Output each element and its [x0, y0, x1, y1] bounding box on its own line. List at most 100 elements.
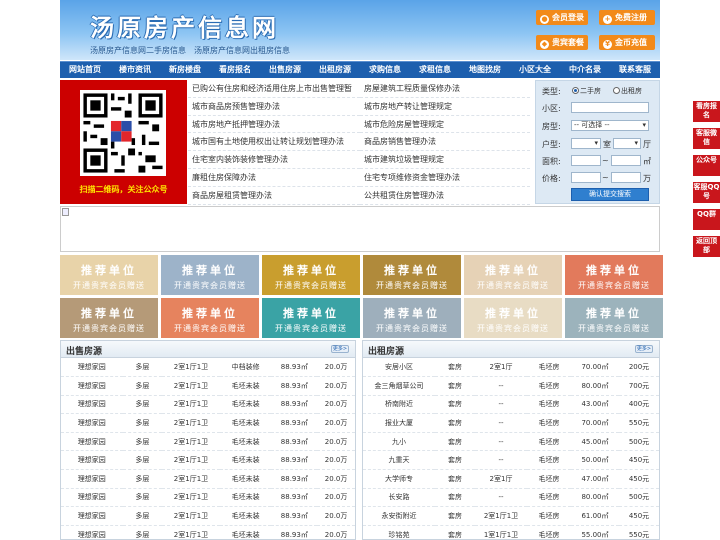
table-row[interactable]: 理想家园 多层 2室1厅1卫 毛坯未装 88.93㎡ 20.0万	[61, 469, 355, 489]
table-row[interactable]: 理想家园 多层 2室1厅1卫 毛坯未装 88.93㎡ 20.0万	[61, 488, 355, 508]
recommended-unit-card[interactable]: 推荐单位 开通贵宾会员赠送	[363, 255, 461, 295]
news-item[interactable]: 城市危险房屋管理规定	[360, 116, 530, 134]
type-radio-secondhand[interactable]: 二手房	[572, 86, 601, 96]
nav-item-home[interactable]: 网站首页	[60, 62, 110, 78]
news-item[interactable]: 已购公有住房和经济适用住房上市出售管理暂	[188, 80, 360, 98]
side-back-to-top-button[interactable]: 返回顶部	[693, 236, 720, 257]
table-cell[interactable]: 大学师专	[363, 469, 435, 489]
table-row[interactable]: 报业大厦 套房 -- 毛坯房 70.00㎡ 550元	[363, 413, 659, 433]
recommended-unit-card[interactable]: 推荐单位 开通贵宾会员赠送	[262, 298, 360, 338]
header-subtitle-rental[interactable]: 汤原房产信息网出租房信息	[194, 45, 290, 56]
table-cell[interactable]: 九小	[363, 432, 435, 452]
table-cell[interactable]: 理想家园	[61, 358, 123, 378]
table-row[interactable]: 理想家园 多层 2室1厅1卫 毛坯未装 88.93㎡ 20.0万	[61, 376, 355, 396]
table-cell[interactable]: 理想家园	[61, 450, 123, 471]
nav-item-communities[interactable]: 小区大全	[510, 62, 560, 78]
table-cell[interactable]: 安居小区	[363, 358, 435, 378]
news-item[interactable]: 廉租住房保障办法	[188, 169, 360, 187]
table-row[interactable]: 理想家园 多层 2室1厅1卫 中档装修 88.93㎡ 20.0万	[61, 358, 355, 378]
table-row[interactable]: 理想家园 多层 2室1厅1卫 毛坯未装 88.93㎡ 20.0万	[61, 395, 355, 415]
table-row[interactable]: 理想家园 多层 2室1厅1卫 毛坯未装 88.93㎡ 20.0万	[61, 450, 355, 471]
recommended-unit-card[interactable]: 推荐单位 开通贵宾会员赠送	[363, 298, 461, 338]
table-cell[interactable]: 理想家园	[61, 395, 123, 415]
area-min-input[interactable]	[571, 155, 601, 166]
news-item[interactable]: 商品房销售管理办法	[360, 133, 530, 152]
vip-package-button[interactable]: ◆ 贵宾套餐	[536, 35, 588, 50]
news-item[interactable]: 城市商品房预售管理办法	[188, 98, 360, 116]
table-cell[interactable]: 理想家园	[61, 488, 123, 508]
table-cell[interactable]: 九重天	[363, 450, 435, 471]
side-qq-support-button[interactable]: 客服QQ号	[693, 182, 720, 203]
table-cell[interactable]: 永安街附近	[363, 506, 435, 526]
rent-more-button[interactable]: 更多>	[635, 345, 653, 353]
news-item[interactable]: 住宅专项维修资金管理办法	[360, 169, 530, 187]
recommended-unit-card[interactable]: 推荐单位 开通贵宾会员赠送	[161, 298, 259, 338]
register-button[interactable]: + 免费注册	[599, 10, 655, 25]
nav-item-for-rent[interactable]: 出租房源	[310, 62, 360, 78]
table-cell[interactable]: 理想家园	[61, 413, 123, 433]
table-cell[interactable]: 理想家园	[61, 506, 123, 526]
banner-ad[interactable]	[60, 206, 660, 252]
table-row[interactable]: 珍铭苑 套房 1室1厅1卫 毛坯房 55.00㎡ 550元	[363, 525, 659, 540]
table-cell[interactable]: 桥南附近	[363, 395, 435, 415]
news-item[interactable]: 住宅室内装饰装修管理办法	[188, 151, 360, 169]
recommended-unit-card[interactable]: 推荐单位 开通贵宾会员赠送	[262, 255, 360, 295]
price-min-input[interactable]	[571, 172, 601, 183]
nav-item-wanted-rent[interactable]: 求租信息	[410, 62, 460, 78]
recommended-unit-card[interactable]: 推荐单位 开通贵宾会员赠送	[161, 255, 259, 295]
recommended-unit-card[interactable]: 推荐单位 开通贵宾会员赠送	[464, 255, 562, 295]
table-cell[interactable]: 理想家园	[61, 376, 123, 396]
nav-item-new-homes[interactable]: 新房楼盘	[160, 62, 210, 78]
price-max-input[interactable]	[611, 172, 641, 183]
table-row[interactable]: 理想家园 多层 2室1厅1卫 毛坯未装 88.93㎡ 20.0万	[61, 506, 355, 526]
side-viewing-signup-button[interactable]: 看房报名	[693, 101, 720, 122]
table-row[interactable]: 长安路 套房 -- 毛坯房 80.00㎡ 500元	[363, 488, 659, 508]
district-input[interactable]	[571, 102, 649, 113]
news-item[interactable]: 公共租赁住房管理办法	[360, 187, 530, 205]
table-row[interactable]: 安居小区 套房 2室1厅 毛坯房 70.00㎡ 200元	[363, 358, 659, 378]
table-cell[interactable]: 长安路	[363, 488, 435, 508]
table-cell[interactable]: 理想家园	[61, 469, 123, 489]
table-cell[interactable]: 金三角烟草公司	[363, 376, 435, 396]
side-official-account-button[interactable]: 公众号	[693, 155, 720, 176]
nav-item-news[interactable]: 楼市资讯	[110, 62, 160, 78]
news-item[interactable]: 城市房地产转让管理规定	[360, 98, 530, 116]
table-row[interactable]: 九小 套房 -- 毛坯房 45.00㎡ 500元	[363, 432, 659, 452]
coin-recharge-button[interactable]: ¥ 金币充值	[599, 35, 655, 50]
recommended-unit-card[interactable]: 推荐单位 开通贵宾会员赠送	[60, 298, 158, 338]
header-subtitle-secondhand[interactable]: 汤原房产信息网二手房信息	[90, 45, 186, 56]
sale-more-button[interactable]: 更多>	[331, 345, 349, 353]
side-wechat-support-button[interactable]: 客服微信	[693, 128, 720, 149]
table-row[interactable]: 理想家园 多层 2室1厅1卫 毛坯未装 88.93㎡ 20.0万	[61, 432, 355, 452]
table-row[interactable]: 九重天 套房 -- 毛坯房 50.00㎡ 450元	[363, 450, 659, 471]
table-cell[interactable]: 报业大厦	[363, 413, 435, 433]
halls-select[interactable]: ▾	[613, 138, 641, 149]
search-submit-button[interactable]: 确认提交搜索	[571, 188, 649, 201]
table-row[interactable]: 理想家园 多层 2室1厅1卫 毛坯未装 88.93㎡ 20.0万	[61, 525, 355, 540]
table-row[interactable]: 桥南附近 套房 -- 毛坯房 43.00㎡ 400元	[363, 395, 659, 415]
table-row[interactable]: 永安街附近 套房 2室1厅1卫 毛坯房 61.00㎡ 450元	[363, 506, 659, 526]
news-item[interactable]: 城市国有土地使用权出让转让规划管理办法	[188, 133, 360, 152]
nav-item-support[interactable]: 联系客服	[610, 62, 660, 78]
recommended-unit-card[interactable]: 推荐单位 开通贵宾会员赠送	[565, 255, 663, 295]
table-row[interactable]: 大学师专 套房 2室1厅 毛坯房 47.00㎡ 450元	[363, 469, 659, 489]
rooms-select[interactable]: ▾	[571, 138, 601, 149]
type-radio-rental[interactable]: 出租房	[613, 86, 642, 96]
recommended-unit-card[interactable]: 推荐单位 开通贵宾会员赠送	[565, 298, 663, 338]
nav-item-agents[interactable]: 中介名录	[560, 62, 610, 78]
house-type-select[interactable]: -- 可选择 -- ▾	[571, 120, 649, 131]
table-cell[interactable]: 珍铭苑	[363, 525, 435, 540]
table-cell[interactable]: 理想家园	[61, 432, 123, 452]
login-button[interactable]: ● 会员登录	[536, 10, 588, 25]
table-row[interactable]: 金三角烟草公司 套房 -- 毛坯房 80.00㎡ 700元	[363, 376, 659, 396]
recommended-unit-card[interactable]: 推荐单位 开通贵宾会员赠送	[464, 298, 562, 338]
nav-item-viewing-signup[interactable]: 看房报名	[210, 62, 260, 78]
nav-item-for-sale[interactable]: 出售房源	[260, 62, 310, 78]
area-max-input[interactable]	[611, 155, 641, 166]
recommended-unit-card[interactable]: 推荐单位 开通贵宾会员赠送	[60, 255, 158, 295]
news-item[interactable]: 城市房地产抵押管理办法	[188, 116, 360, 134]
news-item[interactable]: 商品房屋租赁管理办法	[188, 187, 360, 205]
table-row[interactable]: 理想家园 多层 2室1厅1卫 毛坯未装 88.93㎡ 20.0万	[61, 413, 355, 433]
side-qq-group-button[interactable]: QQ群	[693, 209, 720, 230]
site-logo[interactable]: 汤原房产信息网	[90, 8, 279, 43]
